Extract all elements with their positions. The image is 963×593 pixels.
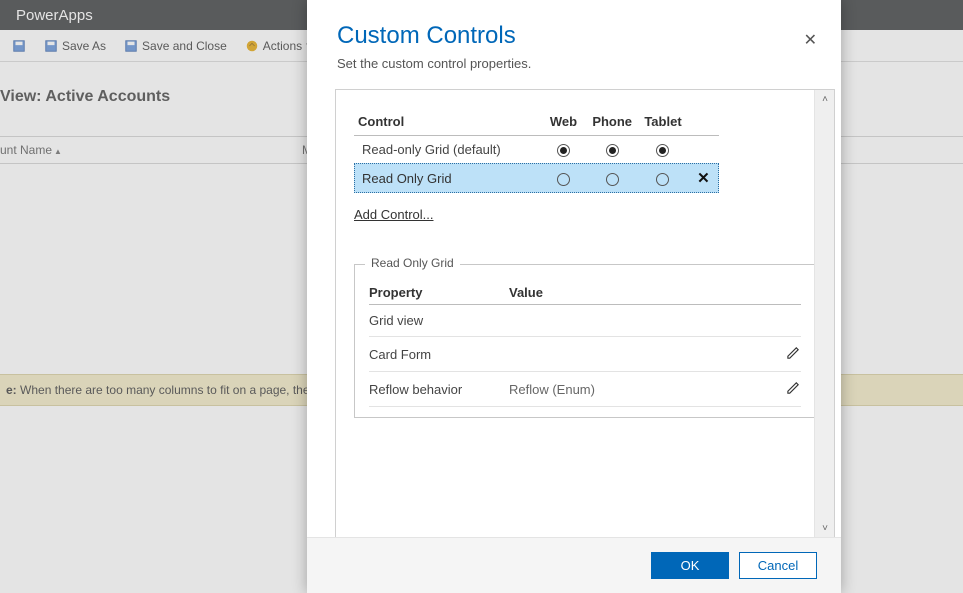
fieldset-legend: Read Only Grid [365,256,460,270]
control-name-default: Read-only Grid (default) [354,136,541,164]
radio-phone-selected[interactable] [606,173,619,186]
close-icon[interactable]: ✕ [804,30,817,50]
prop-name-cardform: Card Form [369,347,509,362]
dialog-header: Custom Controls Set the custom control p… [307,0,841,79]
radio-web-default[interactable] [557,144,570,157]
radio-tablet-default[interactable] [656,144,669,157]
control-name-selected: Read Only Grid [354,163,541,193]
cancel-button[interactable]: Cancel [739,552,817,579]
col-actions [688,108,719,136]
control-properties-fieldset: Read Only Grid Property Value Grid view … [354,264,816,418]
custom-controls-dialog: Custom Controls Set the custom control p… [307,0,841,593]
prop-head-value: Value [509,285,543,300]
scrollbar[interactable]: ˄ ˅ [814,90,834,537]
col-web: Web [541,108,587,136]
col-control: Control [354,108,541,136]
radio-phone-default[interactable] [606,144,619,157]
controls-table: Control Web Phone Tablet Read-only Grid … [354,108,719,193]
prop-val-reflow: Reflow (Enum) [509,382,777,397]
radio-tablet-selected[interactable] [656,173,669,186]
prop-name-reflow: Reflow behavior [369,382,509,397]
dialog-body: Control Web Phone Tablet Read-only Grid … [335,89,835,537]
prop-name-gridview: Grid view [369,313,509,328]
prop-row-reflow[interactable]: Reflow behavior Reflow (Enum) [369,372,801,407]
dialog-subtitle: Set the custom control properties. [337,56,813,71]
col-tablet: Tablet [638,108,688,136]
properties-header: Property Value [369,281,801,305]
control-row-default[interactable]: Read-only Grid (default) [354,136,719,164]
edit-icon[interactable] [786,380,801,395]
edit-icon[interactable] [786,345,801,360]
scroll-down-icon[interactable]: ˅ [815,519,835,537]
prop-row-gridview[interactable]: Grid view [369,305,801,337]
ok-button[interactable]: OK [651,552,729,579]
add-control-link[interactable]: Add Control... [354,207,434,222]
prop-head-property: Property [369,285,509,300]
control-row-selected[interactable]: Read Only Grid ✕ [354,163,719,193]
col-phone: Phone [586,108,638,136]
prop-row-cardform[interactable]: Card Form [369,337,801,372]
dialog-footer: OK Cancel [307,537,841,593]
dialog-title: Custom Controls [337,22,813,50]
remove-control-icon[interactable]: ✕ [697,170,710,187]
scroll-up-icon[interactable]: ˄ [815,90,835,108]
radio-web-selected[interactable] [557,173,570,186]
